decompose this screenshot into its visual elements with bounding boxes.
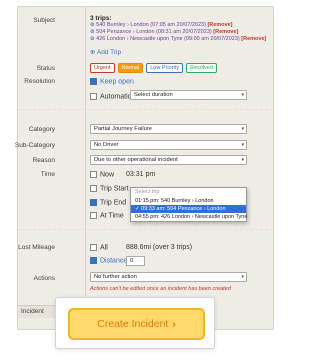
category-label: Category — [28, 126, 55, 133]
incident-form-panel: Subject 3 trips: ⊘ 540 Burnley › London … — [15, 6, 274, 330]
mileage-all-radio[interactable]: All — [90, 244, 108, 251]
check-icon — [90, 257, 97, 264]
trip-start-radio[interactable]: Trip Start — [90, 185, 129, 192]
actions-select[interactable]: No further action ▾ — [90, 272, 247, 282]
actions-label: Actions — [33, 275, 55, 282]
status-label: Status — [36, 65, 55, 72]
radio-icon — [90, 212, 97, 219]
chevron-down-icon: ▾ — [241, 126, 244, 132]
checkbox-icon — [90, 93, 97, 100]
section-divider — [18, 229, 273, 230]
lost-mileage-label: Lost Mileage — [18, 244, 55, 251]
time-label: Time — [40, 171, 55, 178]
subject-label: Subject — [33, 17, 55, 24]
mileage-all-value: 888.6mi (over 3 trips) — [126, 244, 193, 251]
create-incident-callout: Create Incident › — [55, 297, 215, 349]
trip-item: ⊘ 540 Burnley › London (07:05 am 20/07/2… — [90, 22, 266, 29]
dropdown-option[interactable]: 04:55 pm: 426 London › Newcastle upon Ty… — [131, 213, 247, 221]
reason-select[interactable]: Due to other operational incident ▾ — [90, 155, 247, 165]
trip-icon: ⊘ — [90, 29, 95, 35]
time-now-radio[interactable]: Now — [90, 171, 114, 178]
dropdown-option[interactable]: 01:15 pm: 540 Burnley › London — [131, 197, 246, 205]
trip-icon: ⊘ — [90, 22, 95, 28]
subcategory-label: Sub-Category — [14, 142, 55, 149]
check-icon — [90, 199, 97, 206]
subcategory-select[interactable]: No Driver ▾ — [90, 140, 247, 150]
radio-icon — [90, 185, 97, 192]
column-divider — [85, 7, 86, 329]
trip-text: 426 London › Newcastle upon Tyne (09:00 … — [96, 36, 240, 42]
trip-item: ⊘ 504 Penzance › London (08:31 am 20/07/… — [90, 29, 266, 36]
section-divider — [18, 109, 273, 110]
add-trip-link[interactable]: ⊕ Add Trip — [90, 48, 266, 56]
reason-label: Reason — [32, 157, 55, 164]
trip-text: 504 Penzance › London (08:31 am 20/07/20… — [96, 29, 212, 35]
chevron-down-icon: ▾ — [241, 274, 244, 280]
remove-trip-button[interactable]: [Remove] — [241, 36, 266, 42]
status-low-priority-button[interactable]: Low Priority — [146, 63, 183, 73]
category-select[interactable]: Partial Journey Failure ▾ — [90, 124, 247, 134]
dropdown-header: Select trip — [135, 189, 160, 195]
chevron-right-icon: › — [172, 318, 176, 330]
time-now-value: 03:31 pm — [126, 171, 156, 178]
at-time-radio[interactable]: At Time — [90, 212, 124, 219]
radio-icon — [90, 244, 97, 251]
actions-warning: Actions can't be edited once an incident… — [90, 286, 231, 292]
chevron-down-icon: ▾ — [241, 157, 244, 163]
plus-icon: ⊕ — [90, 49, 96, 56]
chevron-down-icon: ▾ — [241, 142, 244, 148]
status-urgent-button[interactable]: Urgent — [90, 63, 115, 73]
chevron-down-icon: ▾ — [241, 92, 244, 98]
remove-trip-button[interactable]: [Remove] — [207, 22, 232, 28]
resolution-label: Resolution — [24, 78, 55, 85]
trip-count: 3 trips: — [90, 15, 112, 22]
check-icon — [90, 78, 97, 85]
remove-trip-button[interactable]: [Remove] — [213, 29, 238, 35]
trip-end-radio[interactable]: Trip End — [90, 199, 126, 206]
keep-open-checkbox[interactable]: Keep open — [90, 78, 134, 85]
trip-select-dropdown[interactable]: Select trip 01:15 pm: 540 Burnley › Lond… — [130, 187, 247, 222]
distance-input[interactable]: 0 — [126, 256, 145, 266]
trip-item: ⊘ 426 London › Newcastle upon Tyne (09:0… — [90, 36, 266, 43]
dropdown-option-selected[interactable]: ✓ 09:33 am: 504 Penzance › London — [131, 205, 246, 213]
automatic-checkbox[interactable]: Automatic — [90, 93, 131, 100]
status-options: Urgent Normal Low Priority Resolved — [90, 63, 220, 73]
subject-block: 3 trips: ⊘ 540 Burnley › London (07:05 a… — [90, 15, 266, 56]
status-normal-button[interactable]: Normal — [117, 63, 144, 73]
mileage-distance-radio[interactable]: Distance — [90, 257, 127, 264]
trip-text: 540 Burnley › London (07:05 am 20/07/202… — [96, 22, 206, 28]
create-incident-button[interactable]: Create Incident › — [68, 308, 205, 340]
radio-icon — [90, 171, 97, 178]
trip-icon: ⊘ — [90, 36, 95, 42]
status-resolved-button[interactable]: Resolved — [185, 63, 217, 73]
duration-select[interactable]: Select duration ▾ — [130, 90, 247, 100]
